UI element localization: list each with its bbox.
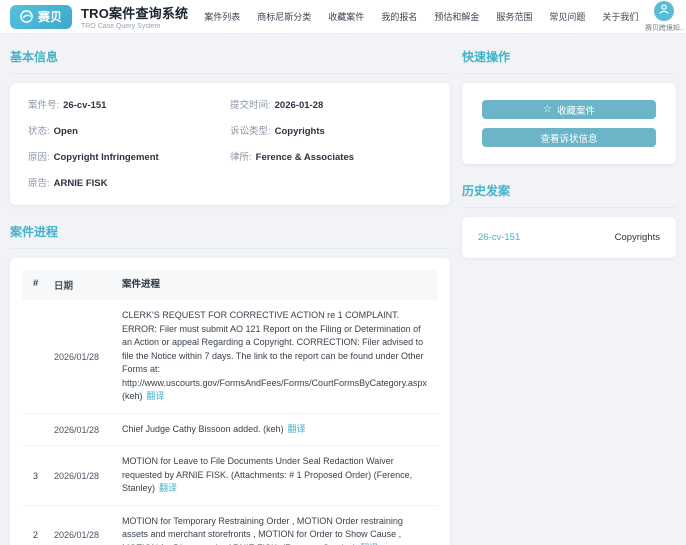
favorite-case-button[interactable]: ☆ 收藏案件 [482,100,656,119]
translate-link[interactable]: 翻译 [288,424,306,434]
favorite-case-label: 收藏案件 [557,103,595,117]
progress-row: 2 2026/01/28 MOTION for Temporary Restra… [22,506,438,545]
field-label: 原因: [28,149,50,163]
field-plaintiff: 原告: ARNIE FISK [28,175,230,189]
saibei-logo-icon [20,10,33,23]
app-subtitle: TRO Case Query System [81,23,188,30]
column-header-text: 案件进程 [112,278,438,292]
translate-link[interactable]: 翻译 [147,391,165,401]
view-complaint-button[interactable]: 查看诉状信息 [482,128,656,147]
nav-faq[interactable]: 常见问题 [549,10,585,23]
nav-settlement-estimate[interactable]: 预估和解金 [434,10,479,23]
field-filing-date: 提交时间: 2026-01-28 [230,97,432,111]
history-case-link[interactable]: 26-cv-151 [478,232,520,243]
nav-favorite-cases[interactable]: 收藏案件 [328,10,364,23]
field-label: 律所: [230,149,252,163]
quick-actions-section-title: 快速操作 [462,40,676,74]
row-text-cell: CLERK'S REQUEST FOR CORRECTIVE ACTION re… [112,309,438,404]
case-progress-card: # 日期 案件进程 2026/01/28 CLERK'S REQUEST FOR… [10,258,450,545]
column-header-num: # [22,278,52,292]
field-status: 状态: Open [28,123,230,137]
app-title: TRO案件查询系统 [81,3,188,22]
right-column: 快速操作 ☆ 收藏案件 查看诉状信息 历史发案 26-cv-151 Copyri… [462,40,676,545]
row-text-cell: MOTION for Leave to File Documents Under… [112,455,438,496]
field-label: 诉讼类型: [230,123,271,137]
progress-row: 2026/01/28 Chief Judge Cathy Bissoon add… [22,414,438,447]
progress-table-header: # 日期 案件进程 [22,270,438,300]
basic-info-grid: 案件号: 26-cv-151 提交时间: 2026-01-28 状态: Open… [10,83,450,205]
field-label: 原告: [28,175,50,189]
main-nav: 案件列表 商标尼斯分类 收藏案件 我的报名 预估和解金 服务范围 常见问题 关于… [204,10,638,23]
field-value: ARNIE FISK [54,178,108,189]
field-label: 提交时间: [230,97,271,111]
row-date: 2026/01/28 [52,530,112,540]
top-header: 赛贝 TRO案件查询系统 TRO Case Query System 案件列表 … [0,0,686,34]
progress-row: 2026/01/28 CLERK'S REQUEST FOR CORRECTIV… [22,300,438,414]
nav-nice-classification[interactable]: 商标尼斯分类 [257,10,311,23]
nav-service-scope[interactable]: 服务范围 [496,10,532,23]
history-row: 26-cv-151 Copyrights [462,217,676,258]
field-value: Copyright Infringement [54,152,159,163]
basic-info-card: 案件号: 26-cv-151 提交时间: 2026-01-28 状态: Open… [10,83,450,205]
progress-section-title: 案件进程 [10,215,450,249]
user-avatar-icon [658,2,670,20]
user-avatar[interactable] [654,1,674,21]
field-value: Open [54,126,78,137]
field-value: Ference & Associates [256,152,354,163]
field-value: 26-cv-151 [63,100,106,111]
field-label: 状态: [28,123,50,137]
row-date: 2026/01/28 [52,471,112,481]
row-date: 2026/01/28 [52,352,112,362]
nav-my-registrations[interactable]: 我的报名 [381,10,417,23]
main-content: 基本信息 案件号: 26-cv-151 提交时间: 2026-01-28 状态:… [0,34,686,545]
row-text: MOTION for Temporary Restraining Order ,… [122,516,403,545]
field-value: Copyrights [275,126,325,137]
nav-case-list[interactable]: 案件列表 [204,10,240,23]
field-cause: 原因: Copyright Infringement [28,149,230,163]
history-case-type: Copyrights [615,232,660,243]
app-title-block: TRO案件查询系统 TRO Case Query System [81,3,188,30]
row-date: 2026/01/28 [52,425,112,435]
column-header-date: 日期 [52,278,112,292]
field-value: 2026-01-28 [275,100,324,111]
row-text-cell: Chief Judge Cathy Bissoon added. (keh) 翻译 [112,423,438,437]
field-case-number: 案件号: 26-cv-151 [28,97,230,111]
row-text: CLERK'S REQUEST FOR CORRECTIVE ACTION re… [122,310,427,401]
history-section-title: 历史发案 [462,174,676,208]
progress-row: 3 2026/01/28 MOTION for Leave to File Do… [22,446,438,506]
field-lawsuit-type: 诉讼类型: Copyrights [230,123,432,137]
translate-link[interactable]: 翻译 [159,483,177,493]
field-law-firm: 律所: Ference & Associates [230,149,432,163]
user-name: 赛贝跨境知.. [638,23,686,33]
field-label: 案件号: [28,97,59,111]
view-complaint-label: 查看诉状信息 [540,131,597,145]
row-num: 2 [22,530,52,540]
row-text-cell: MOTION for Temporary Restraining Order ,… [112,515,438,545]
quick-actions-card: ☆ 收藏案件 查看诉状信息 [462,83,676,164]
star-icon: ☆ [543,105,552,115]
tro-case-query-page: 赛贝 TRO案件查询系统 TRO Case Query System 案件列表 … [0,0,686,545]
left-column: 基本信息 案件号: 26-cv-151 提交时间: 2026-01-28 状态:… [10,40,450,545]
saibei-logo[interactable]: 赛贝 [10,5,72,29]
nav-about-us[interactable]: 关于我们 [602,10,638,23]
user-menu[interactable]: 赛贝跨境知.. [638,1,686,33]
logo-text: 赛贝 [38,8,62,25]
history-card: 26-cv-151 Copyrights [462,217,676,258]
row-num: 3 [22,471,52,481]
row-text: Chief Judge Cathy Bissoon added. (keh) [122,424,284,434]
basic-info-section-title: 基本信息 [10,40,450,74]
